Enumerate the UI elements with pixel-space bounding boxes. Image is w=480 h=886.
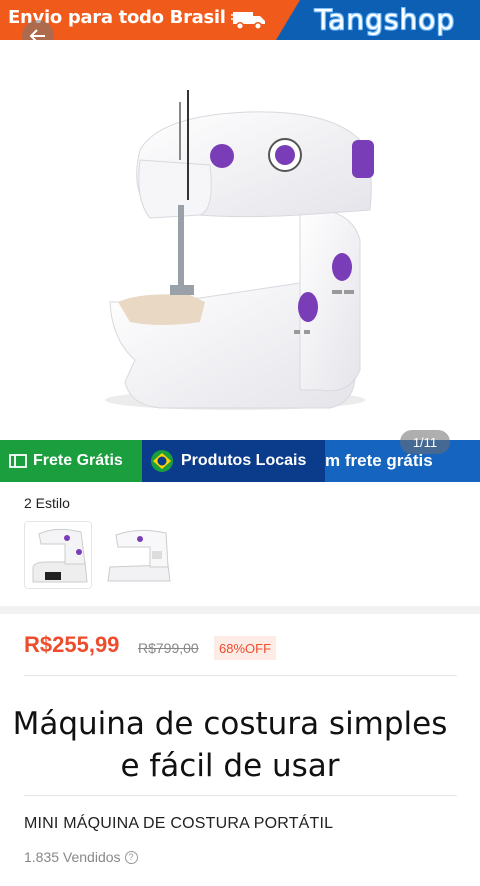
promo-banner[interactable]: Envio para todo Brasil Tangshop bbox=[0, 0, 480, 40]
sewing-machine-image bbox=[105, 90, 374, 410]
free-shipping-label: Frete Grátis bbox=[33, 452, 123, 469]
divider bbox=[24, 675, 457, 676]
sold-count: 1.835 Vendidos ? bbox=[24, 849, 138, 865]
divider bbox=[24, 795, 457, 796]
style-thumbnail-2 bbox=[104, 521, 172, 589]
brand-logo-text: Tangshop bbox=[314, 3, 456, 36]
caption-line-1: Máquina de costura simples bbox=[12, 706, 448, 742]
discount-badge: 68%OFF bbox=[214, 636, 277, 660]
ticket-icon bbox=[9, 454, 27, 468]
current-price: R$255,99 bbox=[24, 632, 120, 657]
style-option-2[interactable] bbox=[104, 521, 172, 589]
style-thumbnail-1 bbox=[25, 522, 91, 588]
delivery-truck-icon bbox=[231, 12, 265, 31]
brazil-flag-icon bbox=[151, 450, 173, 472]
original-price: R$799,00 bbox=[138, 640, 199, 656]
local-products-label: Produtos Locais bbox=[181, 452, 307, 469]
free-shipping-badge: Frete Grátis bbox=[0, 440, 142, 482]
video-caption: Máquina de costura simples e fácil de us… bbox=[0, 703, 460, 787]
product-image-carousel[interactable] bbox=[0, 40, 480, 440]
product-title: MINI MÁQUINA DE COSTURA PORTÁTIL bbox=[24, 815, 334, 832]
image-counter: 1/11 bbox=[400, 430, 450, 454]
local-products-badge: Produtos Locais bbox=[142, 440, 325, 482]
help-icon[interactable]: ? bbox=[124, 850, 138, 864]
caption-line-2: e fácil de usar bbox=[120, 748, 340, 784]
section-divider bbox=[0, 606, 480, 614]
style-count-label: 2 Estilo bbox=[24, 495, 70, 511]
sold-count-text: 1.835 Vendidos bbox=[24, 849, 121, 865]
style-option-1[interactable] bbox=[24, 521, 92, 589]
product-page: Envio para todo Brasil Tangshop Frete Gr… bbox=[0, 0, 480, 886]
